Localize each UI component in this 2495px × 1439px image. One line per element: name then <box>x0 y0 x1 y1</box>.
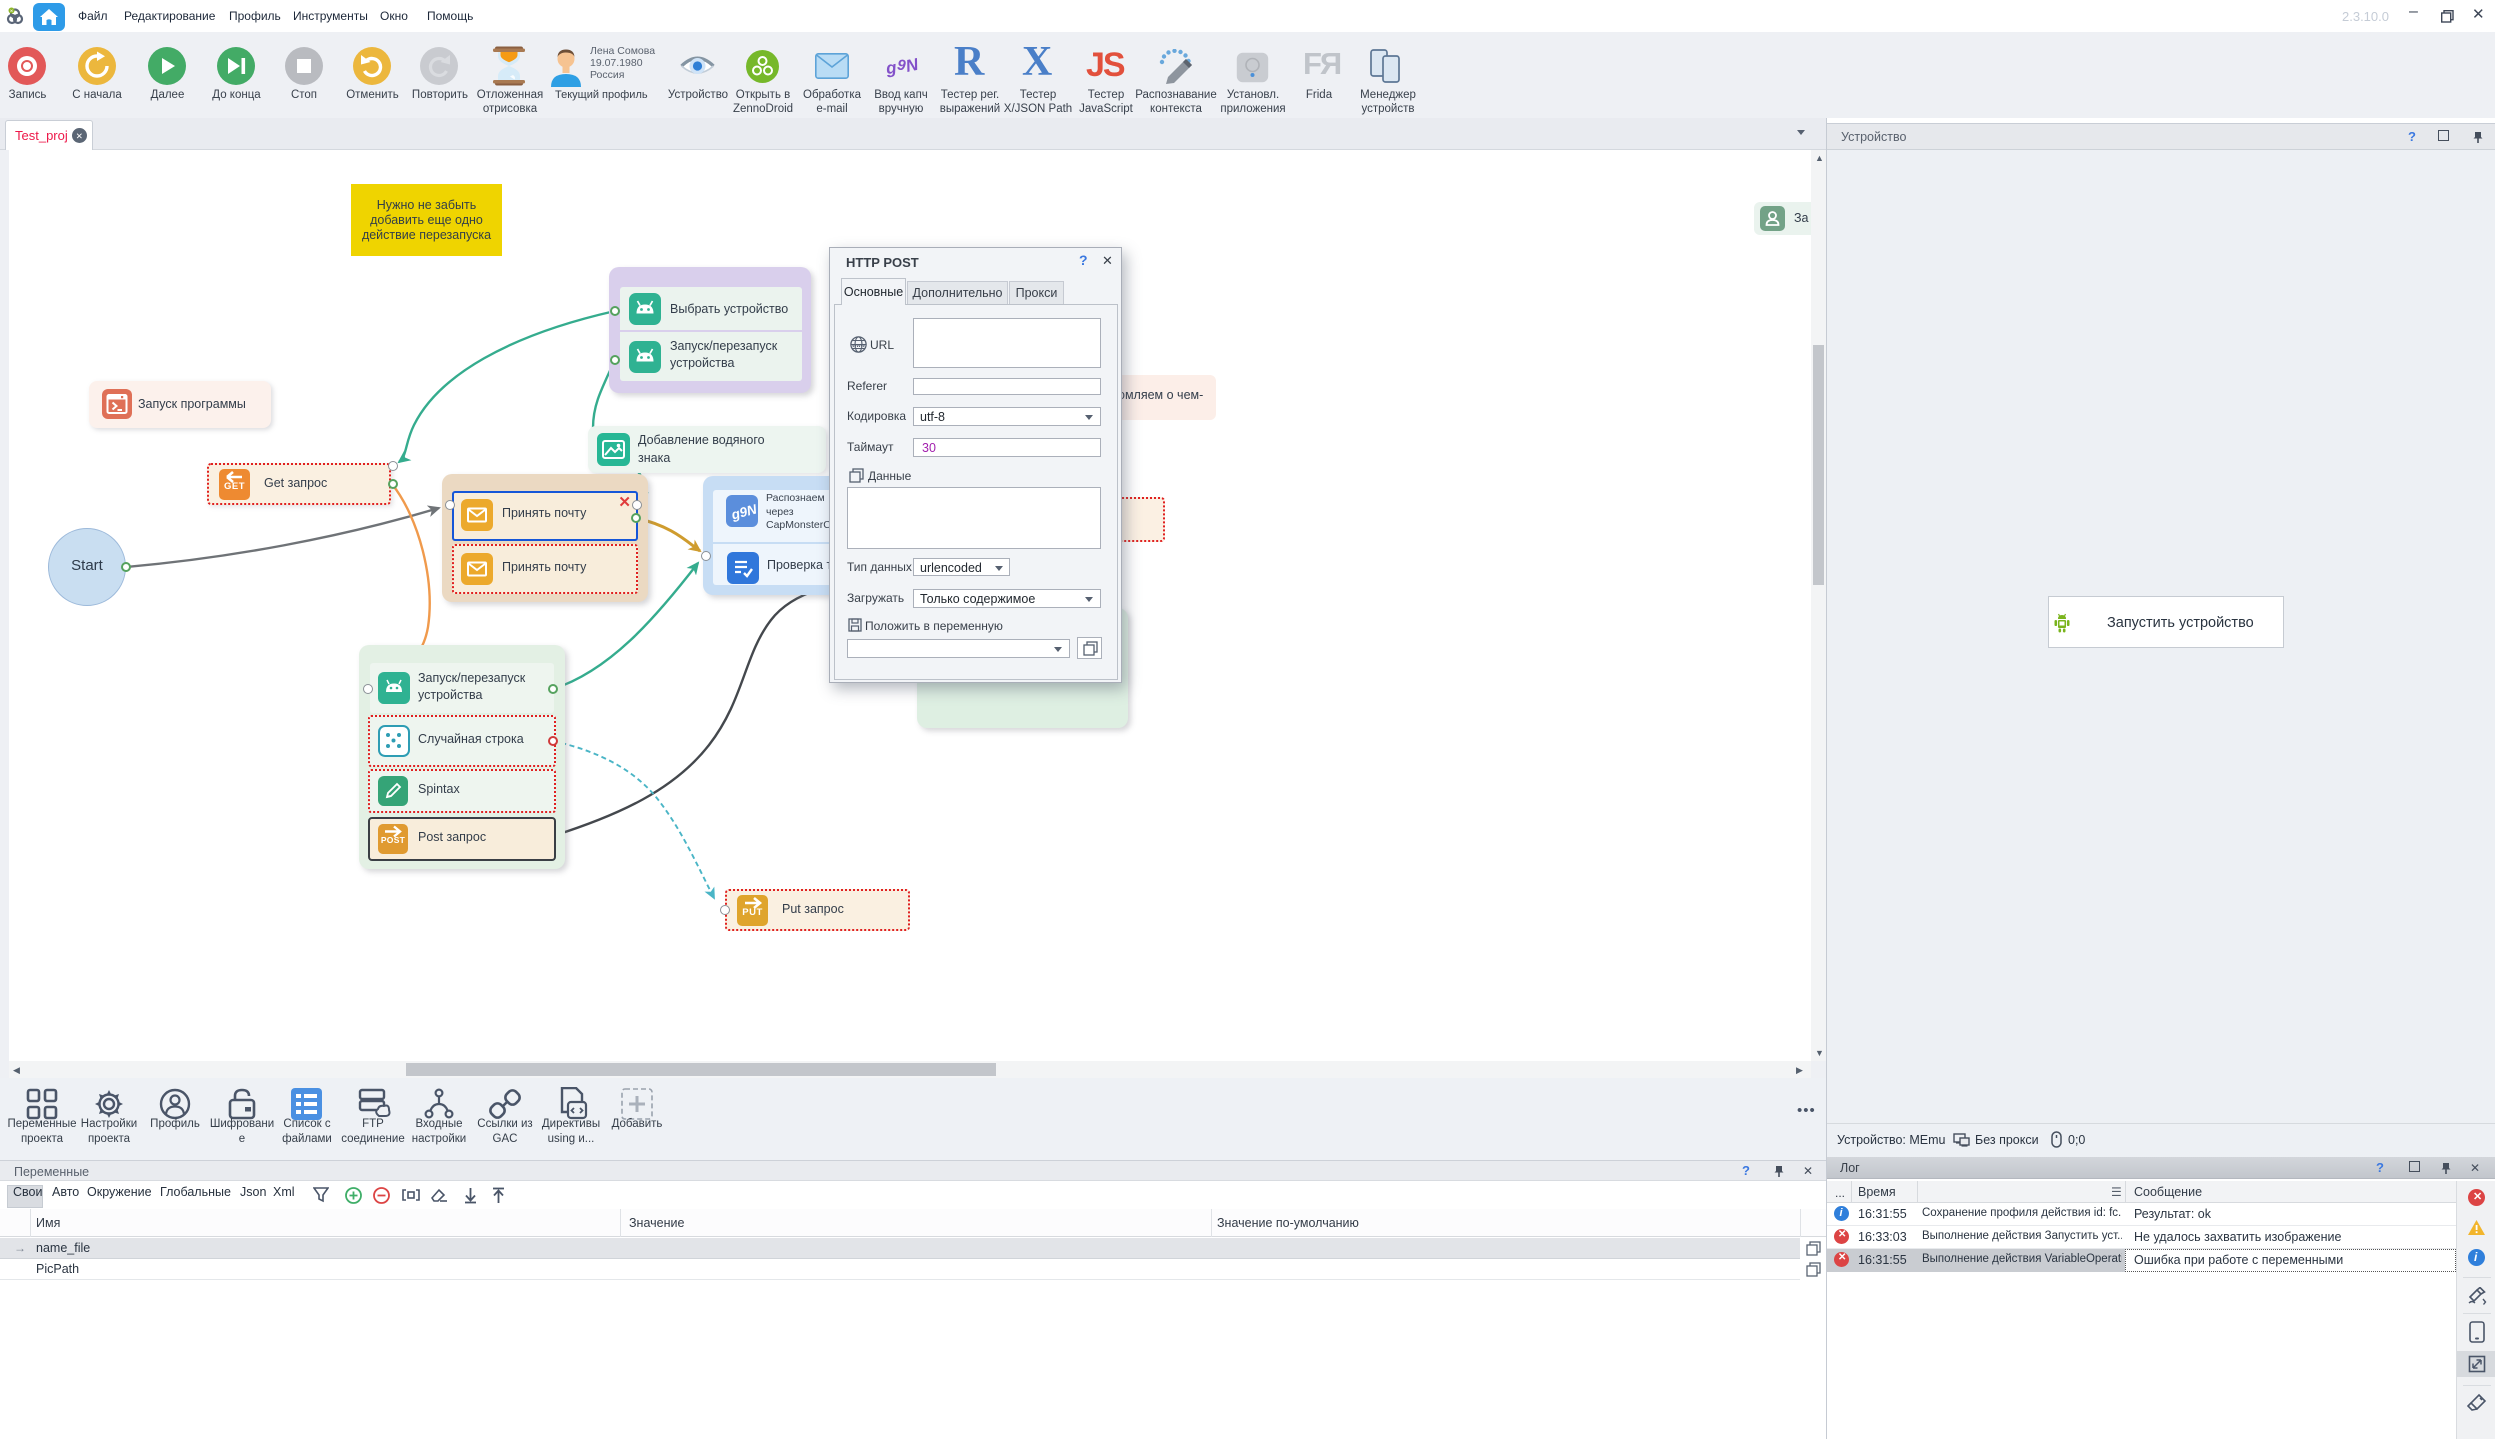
svg-text:N: N <box>904 55 921 76</box>
svg-text:g9N: g9N <box>729 501 758 522</box>
svg-text:✕: ✕ <box>10 9 14 14</box>
svg-text:www: www <box>851 343 866 349</box>
